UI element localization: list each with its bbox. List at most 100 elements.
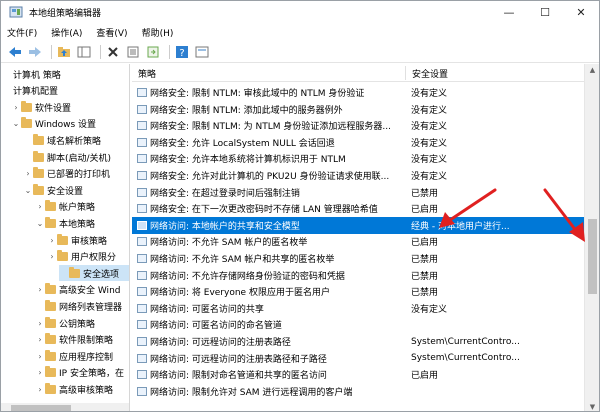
tree-item[interactable]: 脚本(启动/关机) xyxy=(23,149,129,165)
delete-icon[interactable] xyxy=(105,44,121,60)
folder-icon xyxy=(69,266,80,278)
tree-item[interactable]: › 公钥策略 xyxy=(35,315,129,331)
policy-name: 网络安全: 在下一次更改密码时不存储 LAN 管理器哈希值 xyxy=(150,205,378,216)
tree-item[interactable]: › 帐户策略 xyxy=(35,199,129,215)
policy-row[interactable]: 网络访问: 可匿名访问的共享 没有定义 xyxy=(132,300,584,317)
tree-item-label: 网络列表管理器 xyxy=(59,302,123,313)
tree-item[interactable]: › 软件设置 xyxy=(11,99,129,115)
minimize-button[interactable]: — xyxy=(491,1,527,23)
tree-item[interactable]: 域名解析策略 xyxy=(23,132,129,148)
tree-expander-icon[interactable]: › xyxy=(35,368,45,377)
tree-expander-icon[interactable]: › xyxy=(11,103,21,112)
policy-row[interactable]: 网络访问: 本地帐户的共享和安全模型 经典 - 对本地用户进行... xyxy=(132,216,584,234)
properties-icon[interactable] xyxy=(125,44,141,60)
tree-item[interactable]: › 已部署的打印机 xyxy=(23,166,129,182)
policy-icon xyxy=(137,237,147,247)
policy-icon xyxy=(137,370,147,380)
scroll-down-icon[interactable]: ▼ xyxy=(585,401,599,411)
column-header-setting[interactable]: 安全设置 xyxy=(406,64,584,82)
policy-setting: 没有定义 xyxy=(411,304,448,315)
tree-expander-icon[interactable]: › xyxy=(47,252,57,261)
folder-icon xyxy=(21,117,32,129)
back-icon[interactable] xyxy=(7,44,23,60)
tree-expander-icon[interactable]: › xyxy=(35,319,45,328)
policy-row[interactable]: 网络访问: 不允许存储网络身份验证的密码和凭据 已禁用 xyxy=(132,267,584,284)
tree-expander-icon[interactable]: › xyxy=(35,202,45,211)
policy-name: 网络安全: 限制 NTLM: 为 NTLM 身份验证添加远程服务器... xyxy=(150,122,391,133)
tree-item[interactable]: 计算机 策略 xyxy=(3,66,129,82)
scrollbar-thumb[interactable] xyxy=(11,405,71,411)
tree-item[interactable]: › 软件限制策略 xyxy=(35,332,129,348)
policy-name: 网络访问: 限制允许对 SAM 进行远程调用的客户端 xyxy=(150,387,353,398)
policy-name: 网络访问: 可匿名访问的命名管道 xyxy=(150,321,282,332)
tree-item[interactable]: ⌄ Windows 设置 xyxy=(11,116,129,132)
menu-action[interactable]: 操作(A) xyxy=(51,26,82,39)
policy-icon xyxy=(137,337,147,346)
scroll-up-icon[interactable]: ▲ xyxy=(585,64,599,76)
tree-expander-icon[interactable]: › xyxy=(35,335,45,344)
view-icon[interactable] xyxy=(194,44,210,60)
policy-row[interactable]: 网络访问: 不允许 SAM 帐户和共享的匿名枚举 已禁用 xyxy=(132,250,584,267)
tree-item-label: Windows 设置 xyxy=(35,120,97,131)
policy-row[interactable]: 网络安全: 允许本地系统将计算机标识用于 NTLM 没有定义 xyxy=(132,150,584,167)
tree-expander-icon[interactable]: › xyxy=(35,285,45,294)
show-tree-icon[interactable] xyxy=(76,44,92,60)
column-header-policy[interactable]: 策略 xyxy=(132,64,406,82)
scrollbar-thumb[interactable] xyxy=(588,219,597,294)
export-icon[interactable] xyxy=(145,44,161,60)
policy-row[interactable]: 网络访问: 可匿名访问的命名管道 xyxy=(132,316,584,333)
policy-name: 网络访问: 可匿名访问的共享 xyxy=(150,304,264,315)
policy-row[interactable]: 网络访问: 限制对命名管道和共享的匿名访问 已启用 xyxy=(132,366,584,383)
policy-row[interactable]: 网络访问: 可远程访问的注册表路径 System\CurrentContro... xyxy=(132,333,584,350)
tree-expander-icon[interactable]: › xyxy=(35,352,45,361)
policy-icon xyxy=(137,303,147,313)
tree-item-label: 公钥策略 xyxy=(59,319,96,330)
policy-row[interactable]: 网络安全: 在下一次更改密码时不存储 LAN 管理器哈希值 已启用 xyxy=(132,200,584,217)
policy-name: 网络访问: 将 Everyone 权限应用于匿名用户 xyxy=(150,288,330,299)
policy-icon xyxy=(137,220,147,230)
svg-text:?: ? xyxy=(179,48,184,59)
tree-expander-icon[interactable]: › xyxy=(47,236,57,245)
tree-item[interactable]: › 审核策略 xyxy=(47,232,129,248)
close-button[interactable]: ✕ xyxy=(563,1,599,23)
policy-row[interactable]: 网络安全: 允许 LocalSystem NULL 会话回退 没有定义 xyxy=(132,134,584,151)
title-bar[interactable]: 本地组策略编辑器 — ☐ ✕ xyxy=(1,1,599,23)
tree-item[interactable]: 网络列表管理器 xyxy=(35,298,129,314)
policy-row[interactable]: 网络安全: 允许对此计算机的 PKU2U 身份验证请求使用联... 没有定义 xyxy=(132,167,584,184)
tree-item[interactable]: ⌄ 本地策略 xyxy=(35,215,129,231)
policy-row[interactable]: 网络访问: 将 Everyone 权限应用于匿名用户 已禁用 xyxy=(132,283,584,300)
tree-item[interactable]: › 高级安全 Wind xyxy=(35,282,129,298)
help-icon[interactable]: ? xyxy=(174,44,190,60)
policy-row[interactable]: 网络安全: 限制 NTLM: 为 NTLM 身份验证添加远程服务器... 没有定义 xyxy=(132,117,584,134)
folder-icon xyxy=(45,200,56,212)
tree-expander-icon[interactable]: ⌄ xyxy=(35,219,45,228)
tree-expander-icon[interactable]: › xyxy=(35,385,45,394)
menu-file[interactable]: 文件(F) xyxy=(7,26,37,39)
tree-expander-icon[interactable]: › xyxy=(23,169,33,178)
tree-item[interactable]: › 用户权限分 xyxy=(47,249,129,265)
menu-help[interactable]: 帮助(H) xyxy=(142,26,174,39)
policy-row[interactable]: 网络安全: 限制 NTLM: 审核此域中的 NTLM 身份验证 没有定义 xyxy=(132,84,584,101)
policy-row[interactable]: 网络访问: 可远程访问的注册表路径和子路径 System\CurrentContr… xyxy=(132,350,584,367)
tree-item[interactable]: › 应用程序控制 xyxy=(35,348,129,364)
maximize-button[interactable]: ☐ xyxy=(527,1,563,23)
tree-item[interactable]: 安全选项 xyxy=(59,265,129,282)
tree-expander-icon[interactable]: ⌄ xyxy=(11,119,21,128)
policy-row[interactable]: 网络访问: 限制允许对 SAM 进行远程调用的客户端 xyxy=(132,383,584,400)
tree-item[interactable]: ⌄ 安全设置 xyxy=(23,182,129,198)
policy-row[interactable]: 网络安全: 在超过登录时间后强制注销 已禁用 xyxy=(132,184,584,201)
tree-horizontal-scrollbar[interactable] xyxy=(1,403,129,411)
policy-row[interactable]: 网络安全: 限制 NTLM: 添加此域中的服务器例外 没有定义 xyxy=(132,101,584,118)
tree-item[interactable]: › 高级审核策略 xyxy=(35,381,129,397)
vertical-scrollbar[interactable]: ▲ ▼ xyxy=(584,64,599,411)
tree-item-label: 软件限制策略 xyxy=(59,336,114,347)
up-folder-icon[interactable] xyxy=(56,44,72,60)
forward-icon[interactable] xyxy=(27,44,43,60)
policy-name: 网络访问: 不允许存储网络身份验证的密码和凭据 xyxy=(150,271,345,282)
menu-view[interactable]: 查看(V) xyxy=(96,26,127,39)
policy-row[interactable]: 网络访问: 不允许 SAM 帐户的匿名枚举 已启用 xyxy=(132,233,584,250)
tree-expander-icon[interactable]: ⌄ xyxy=(23,186,33,195)
tree-item[interactable]: › IP 安全策略，在 xyxy=(35,365,129,381)
tree-item[interactable]: 计算机配置 xyxy=(3,83,129,99)
tree-item-label: 安全选项 xyxy=(83,269,120,280)
